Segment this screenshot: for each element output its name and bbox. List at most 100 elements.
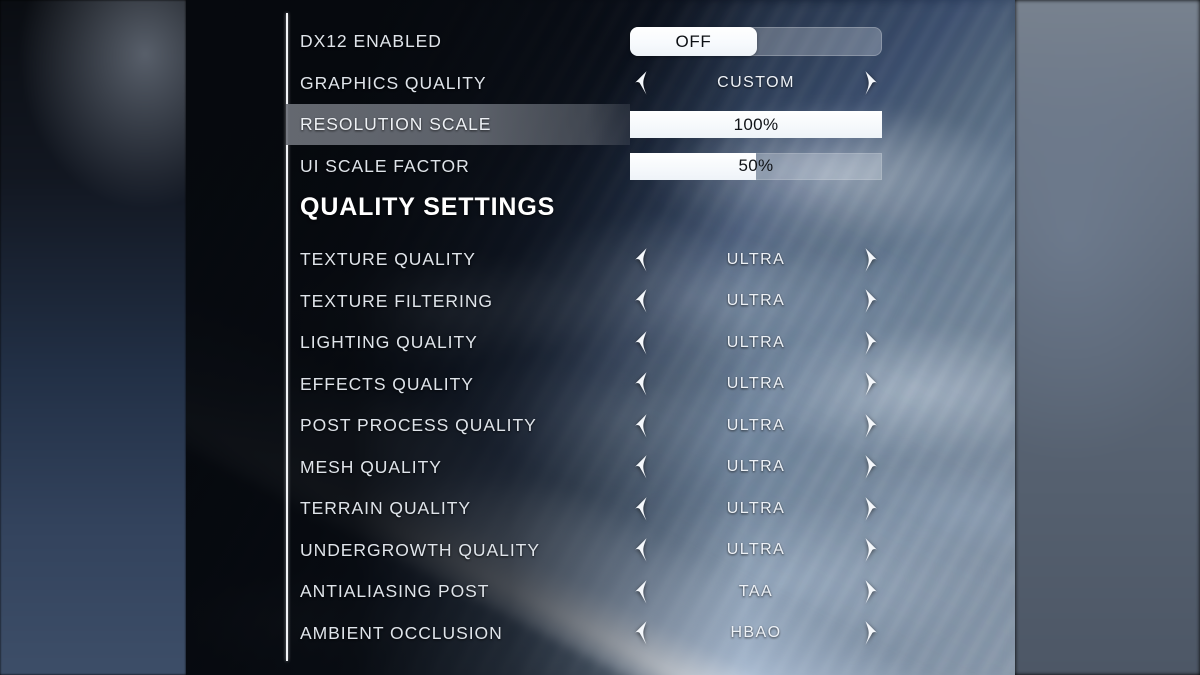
next-arrow-button[interactable] xyxy=(860,247,882,273)
letterbox-right xyxy=(1015,0,1200,675)
next-arrow-button[interactable] xyxy=(860,579,882,605)
settings-row-label: MESH QUALITY xyxy=(300,456,442,477)
settings-row-label: DX12 ENABLED xyxy=(300,31,442,51)
settings-row-texture-quality[interactable]: TEXTURE QUALITY ULTRA xyxy=(186,239,1015,280)
section-heading-quality-settings: QUALITY SETTINGS xyxy=(300,193,556,221)
selector-lighting-quality[interactable]: ULTRA xyxy=(630,322,882,363)
chevron-left-icon xyxy=(635,496,647,521)
game-settings-screen: DX12 ENABLED OFF GRAPHICS QUALITY CUSTOM RES… xyxy=(0,0,1200,675)
chevron-left-icon xyxy=(635,71,647,95)
chevron-right-icon xyxy=(865,372,877,396)
prev-arrow-button[interactable] xyxy=(630,288,652,314)
prev-arrow-button[interactable] xyxy=(630,70,652,96)
selector-terrain-quality[interactable]: ULTRA xyxy=(630,488,882,529)
settings-row-resolution-scale[interactable]: RESOLUTION SCALE 100% xyxy=(186,104,1015,145)
selector-value: TAA xyxy=(738,582,774,600)
settings-row-label: UNDERGROWTH QUALITY xyxy=(300,539,540,560)
chevron-left-icon xyxy=(635,455,647,479)
game-viewport: DX12 ENABLED OFF GRAPHICS QUALITY CUSTOM RES… xyxy=(186,0,1015,675)
settings-row-texture-filtering[interactable]: TEXTURE FILTERING ULTRA xyxy=(186,281,1015,322)
next-arrow-button[interactable] xyxy=(860,454,882,480)
settings-row-graphics-quality[interactable]: GRAPHICS QUALITY CUSTOM xyxy=(186,63,1015,104)
slider-resolution-scale[interactable]: 100% xyxy=(630,111,882,138)
settings-row-dx12-enabled[interactable]: DX12 ENABLED OFF xyxy=(186,21,1015,62)
chevron-left-icon xyxy=(635,621,647,645)
chevron-right-icon xyxy=(865,247,877,272)
chevron-left-icon xyxy=(635,579,647,604)
settings-row-ambient-occlusion[interactable]: AMBIENT OCCLUSION HBAO xyxy=(186,613,1015,654)
chevron-right-icon xyxy=(865,413,877,438)
selector-texture-quality[interactable]: ULTRA xyxy=(630,239,882,280)
settings-menu: DX12 ENABLED OFF GRAPHICS QUALITY CUSTOM RES… xyxy=(186,0,1015,675)
settings-row-terrain-quality[interactable]: TERRAIN QUALITY ULTRA xyxy=(186,488,1015,529)
prev-arrow-button[interactable] xyxy=(630,579,652,605)
settings-row-label: TERRAIN QUALITY xyxy=(300,498,471,518)
prev-arrow-button[interactable] xyxy=(630,454,652,480)
settings-row-label: AMBIENT OCCLUSION xyxy=(300,622,503,643)
letterbox-left xyxy=(0,0,186,675)
chevron-left-icon xyxy=(635,289,647,313)
next-arrow-button[interactable] xyxy=(860,288,882,314)
selector-undergrowth-quality[interactable]: ULTRA xyxy=(630,530,882,571)
selector-effects-quality[interactable]: ULTRA xyxy=(630,364,882,405)
chevron-left-icon xyxy=(635,330,647,355)
settings-row-effects-quality[interactable]: EFFECTS QUALITY ULTRA xyxy=(186,364,1015,405)
selector-ambient-occlusion[interactable]: HBAO xyxy=(630,613,882,654)
next-arrow-button[interactable] xyxy=(860,413,882,439)
selector-mesh-quality[interactable]: ULTRA xyxy=(630,447,882,488)
chevron-right-icon xyxy=(865,621,877,645)
selector-value: ULTRA xyxy=(726,375,786,392)
settings-row-undergrowth-quality[interactable]: UNDERGROWTH QUALITY ULTRA xyxy=(186,530,1015,571)
selector-value: ULTRA xyxy=(726,499,786,517)
chevron-right-icon xyxy=(865,579,877,604)
prev-arrow-button[interactable] xyxy=(630,496,652,522)
prev-arrow-button[interactable] xyxy=(630,330,652,356)
settings-row-label: EFFECTS QUALITY xyxy=(300,373,474,394)
next-arrow-button[interactable] xyxy=(860,70,882,96)
prev-arrow-button[interactable] xyxy=(630,371,652,397)
next-arrow-button[interactable] xyxy=(860,537,882,563)
slider-value: 50% xyxy=(738,156,774,175)
prev-arrow-button[interactable] xyxy=(630,537,652,563)
selector-post-process-quality[interactable]: ULTRA xyxy=(630,405,882,446)
next-arrow-button[interactable] xyxy=(860,330,882,356)
selector-graphics-quality[interactable]: CUSTOM xyxy=(630,63,882,104)
chevron-right-icon xyxy=(865,496,877,521)
chevron-left-icon xyxy=(635,372,647,396)
next-arrow-button[interactable] xyxy=(860,496,882,522)
selector-value: ULTRA xyxy=(726,292,786,309)
chevron-right-icon xyxy=(865,455,877,479)
selector-value: ULTRA xyxy=(726,458,786,475)
chevron-left-icon xyxy=(635,538,647,562)
settings-row-label: RESOLUTION SCALE xyxy=(300,114,492,134)
settings-row-label: GRAPHICS QUALITY xyxy=(300,72,487,93)
settings-row-mesh-quality[interactable]: MESH QUALITY ULTRA xyxy=(186,447,1015,488)
selector-value: ULTRA xyxy=(726,250,786,268)
selector-value: ULTRA xyxy=(726,333,786,351)
selector-antialiasing-post[interactable]: TAA xyxy=(630,571,882,612)
selector-value: ULTRA xyxy=(726,541,786,558)
slider-ui-scale-factor[interactable]: 50% xyxy=(630,152,882,180)
settings-row-ui-scale-factor[interactable]: UI SCALE FACTOR 50% xyxy=(186,146,1015,187)
settings-row-label: UI SCALE FACTOR xyxy=(300,155,470,176)
selector-value: CUSTOM xyxy=(717,74,795,91)
chevron-left-icon xyxy=(635,413,647,438)
chevron-right-icon xyxy=(865,330,877,355)
settings-row-post-process-quality[interactable]: POST PROCESS QUALITY ULTRA xyxy=(186,405,1015,446)
chevron-left-icon xyxy=(635,247,647,272)
next-arrow-button[interactable] xyxy=(860,371,882,397)
selector-texture-filtering[interactable]: ULTRA xyxy=(630,281,882,322)
settings-row-lighting-quality[interactable]: LIGHTING QUALITY ULTRA xyxy=(186,322,1015,363)
toggle-knob[interactable]: OFF xyxy=(630,27,757,56)
prev-arrow-button[interactable] xyxy=(630,413,652,439)
prev-arrow-button[interactable] xyxy=(630,620,652,646)
prev-arrow-button[interactable] xyxy=(630,247,652,273)
toggle-dx12-enabled[interactable]: OFF xyxy=(630,27,882,56)
next-arrow-button[interactable] xyxy=(860,620,882,646)
chevron-right-icon xyxy=(865,289,877,313)
settings-row-label: TEXTURE FILTERING xyxy=(300,290,493,311)
settings-row-antialiasing-post[interactable]: ANTIALIASING POST TAA xyxy=(186,571,1015,612)
chevron-right-icon xyxy=(865,71,877,95)
slider-value: 100% xyxy=(733,114,779,134)
chevron-right-icon xyxy=(865,538,877,562)
